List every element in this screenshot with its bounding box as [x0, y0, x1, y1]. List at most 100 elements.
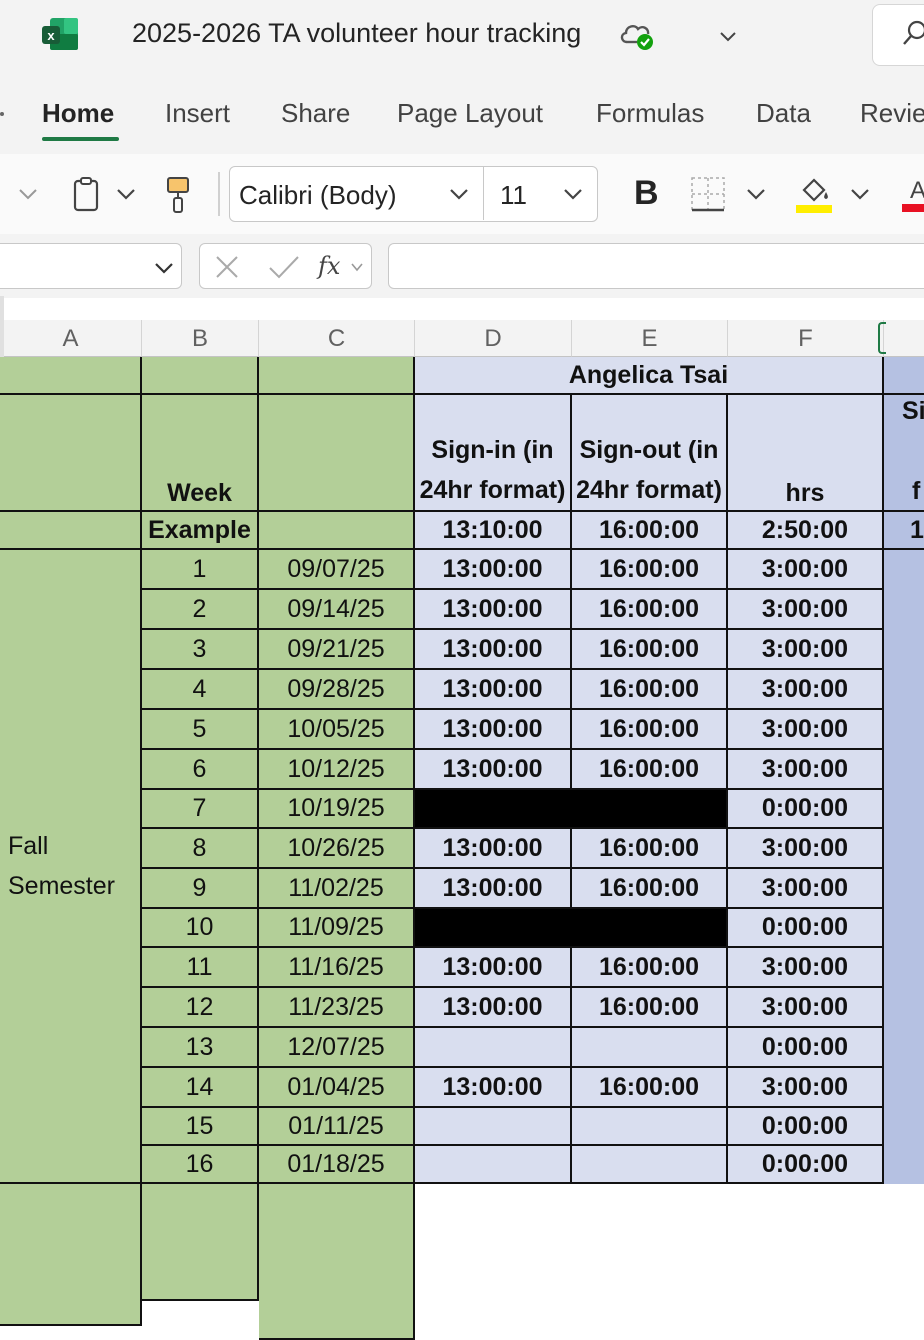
format-painter-icon[interactable]	[164, 176, 192, 214]
hours-total[interactable]: 3:00:00	[728, 750, 884, 790]
signin-time[interactable]	[415, 1028, 572, 1068]
chevron-down-icon[interactable]	[114, 182, 138, 206]
week-number[interactable]: 16	[142, 1146, 259, 1184]
week-date[interactable]: 11/09/25	[259, 909, 415, 948]
signin-time[interactable]	[415, 1146, 572, 1184]
next-person-cell[interactable]	[884, 1068, 924, 1108]
column-header-d[interactable]: D	[415, 320, 572, 357]
week-date[interactable]: 11/23/25	[259, 988, 415, 1028]
hours-total[interactable]: 0:00:00	[728, 909, 884, 948]
signout-header[interactable]: Sign-out (in 24hr format)	[572, 395, 728, 512]
next-signin-header[interactable]: Si f	[884, 395, 924, 512]
signout-time[interactable]: 16:00:00	[572, 710, 728, 750]
chevron-down-icon[interactable]	[447, 182, 471, 206]
example-signout[interactable]: 16:00:00	[572, 512, 728, 550]
week-number[interactable]: 13	[142, 1028, 259, 1068]
cell-c1[interactable]	[259, 357, 415, 395]
tab-data[interactable]: Data	[756, 98, 811, 129]
chevron-down-icon[interactable]	[350, 260, 364, 274]
cell-c2[interactable]	[259, 395, 415, 512]
next-person-cell[interactable]	[884, 829, 924, 869]
hours-total[interactable]: 3:00:00	[728, 988, 884, 1028]
tab-review[interactable]: Revie	[860, 98, 924, 129]
example-next[interactable]: 1	[884, 512, 924, 550]
semester-label[interactable]: Fall Semester	[0, 550, 142, 1184]
hours-total[interactable]: 3:00:00	[728, 630, 884, 670]
chevron-down-icon[interactable]	[561, 182, 585, 206]
week-date[interactable]: 01/18/25	[259, 1146, 415, 1184]
hours-total[interactable]: 0:00:00	[728, 790, 884, 829]
week-number[interactable]: 3	[142, 630, 259, 670]
clipboard-paste-icon[interactable]	[72, 176, 102, 212]
next-person-cell[interactable]	[884, 948, 924, 988]
next-person-cell[interactable]	[884, 790, 924, 829]
week-date[interactable]: 01/04/25	[259, 1068, 415, 1108]
column-header-e[interactable]: E	[572, 320, 728, 357]
cancel-icon[interactable]	[214, 254, 240, 280]
signin-header[interactable]: Sign-in (in 24hr format)	[415, 395, 572, 512]
cell-a2[interactable]	[0, 395, 142, 512]
chevron-down-icon[interactable]	[744, 182, 768, 206]
next-person-cell[interactable]	[884, 630, 924, 670]
hours-total[interactable]: 3:00:00	[728, 550, 884, 590]
week-number[interactable]: 1	[142, 550, 259, 590]
next-row-b[interactable]	[142, 1184, 259, 1301]
week-number[interactable]: 2	[142, 590, 259, 630]
week-date[interactable]: 09/14/25	[259, 590, 415, 630]
week-date[interactable]: 12/07/25	[259, 1028, 415, 1068]
font-color-icon[interactable]: A	[902, 174, 924, 214]
tab-formulas[interactable]: Formulas	[596, 98, 704, 129]
example-signin[interactable]: 13:10:00	[415, 512, 572, 550]
hours-total[interactable]: 3:00:00	[728, 710, 884, 750]
signout-time[interactable]	[572, 1028, 728, 1068]
cell-a3[interactable]	[0, 512, 142, 550]
blocked-cell[interactable]	[415, 909, 728, 948]
next-row-c[interactable]	[259, 1184, 415, 1340]
hours-total[interactable]: 3:00:00	[728, 829, 884, 869]
chevron-down-icon[interactable]	[848, 182, 872, 206]
signin-time[interactable]: 13:00:00	[415, 710, 572, 750]
signout-time[interactable]: 16:00:00	[572, 590, 728, 630]
hours-total[interactable]: 3:00:00	[728, 869, 884, 909]
week-number[interactable]: 14	[142, 1068, 259, 1108]
week-date[interactable]: 10/05/25	[259, 710, 415, 750]
signin-time[interactable]: 13:00:00	[415, 988, 572, 1028]
next-person-cell[interactable]	[884, 710, 924, 750]
search-icon[interactable]	[902, 20, 924, 46]
week-date[interactable]: 10/19/25	[259, 790, 415, 829]
font-size-value[interactable]: 11	[500, 180, 527, 211]
check-icon[interactable]	[268, 254, 300, 280]
signout-time[interactable]: 16:00:00	[572, 829, 728, 869]
next-person-cell[interactable]	[884, 1146, 924, 1184]
next-person-cell[interactable]	[884, 750, 924, 790]
signout-time[interactable]: 16:00:00	[572, 988, 728, 1028]
hours-total[interactable]: 3:00:00	[728, 948, 884, 988]
signout-time[interactable]: 16:00:00	[572, 869, 728, 909]
signin-time[interactable]: 13:00:00	[415, 630, 572, 670]
blocked-cell[interactable]	[415, 790, 728, 829]
next-person-cell[interactable]	[884, 670, 924, 710]
hours-total[interactable]: 0:00:00	[728, 1146, 884, 1184]
chevron-down-icon[interactable]	[16, 182, 40, 206]
week-date[interactable]: 11/16/25	[259, 948, 415, 988]
next-person-cell[interactable]	[884, 909, 924, 948]
signin-time[interactable]: 13:00:00	[415, 829, 572, 869]
signin-time[interactable]: 13:00:00	[415, 948, 572, 988]
insert-function-button[interactable]: fx	[318, 252, 340, 280]
week-date[interactable]: 01/11/25	[259, 1108, 415, 1146]
formula-input[interactable]	[388, 243, 924, 289]
chevron-down-icon[interactable]	[716, 24, 740, 48]
cell-b1[interactable]	[142, 357, 259, 395]
column-header-f[interactable]: F	[728, 320, 884, 357]
next-person-cell[interactable]	[884, 550, 924, 590]
tab-page-layout[interactable]: Page Layout	[397, 98, 543, 129]
week-number[interactable]: 8	[142, 829, 259, 869]
next-person-cell[interactable]	[884, 1108, 924, 1146]
week-date[interactable]: 09/28/25	[259, 670, 415, 710]
week-number[interactable]: 5	[142, 710, 259, 750]
excel-logo-icon[interactable]: x	[40, 16, 80, 52]
column-header-a[interactable]: A	[0, 320, 142, 357]
week-number[interactable]: 9	[142, 869, 259, 909]
hours-total[interactable]: 3:00:00	[728, 670, 884, 710]
next-row-a[interactable]	[0, 1184, 142, 1326]
